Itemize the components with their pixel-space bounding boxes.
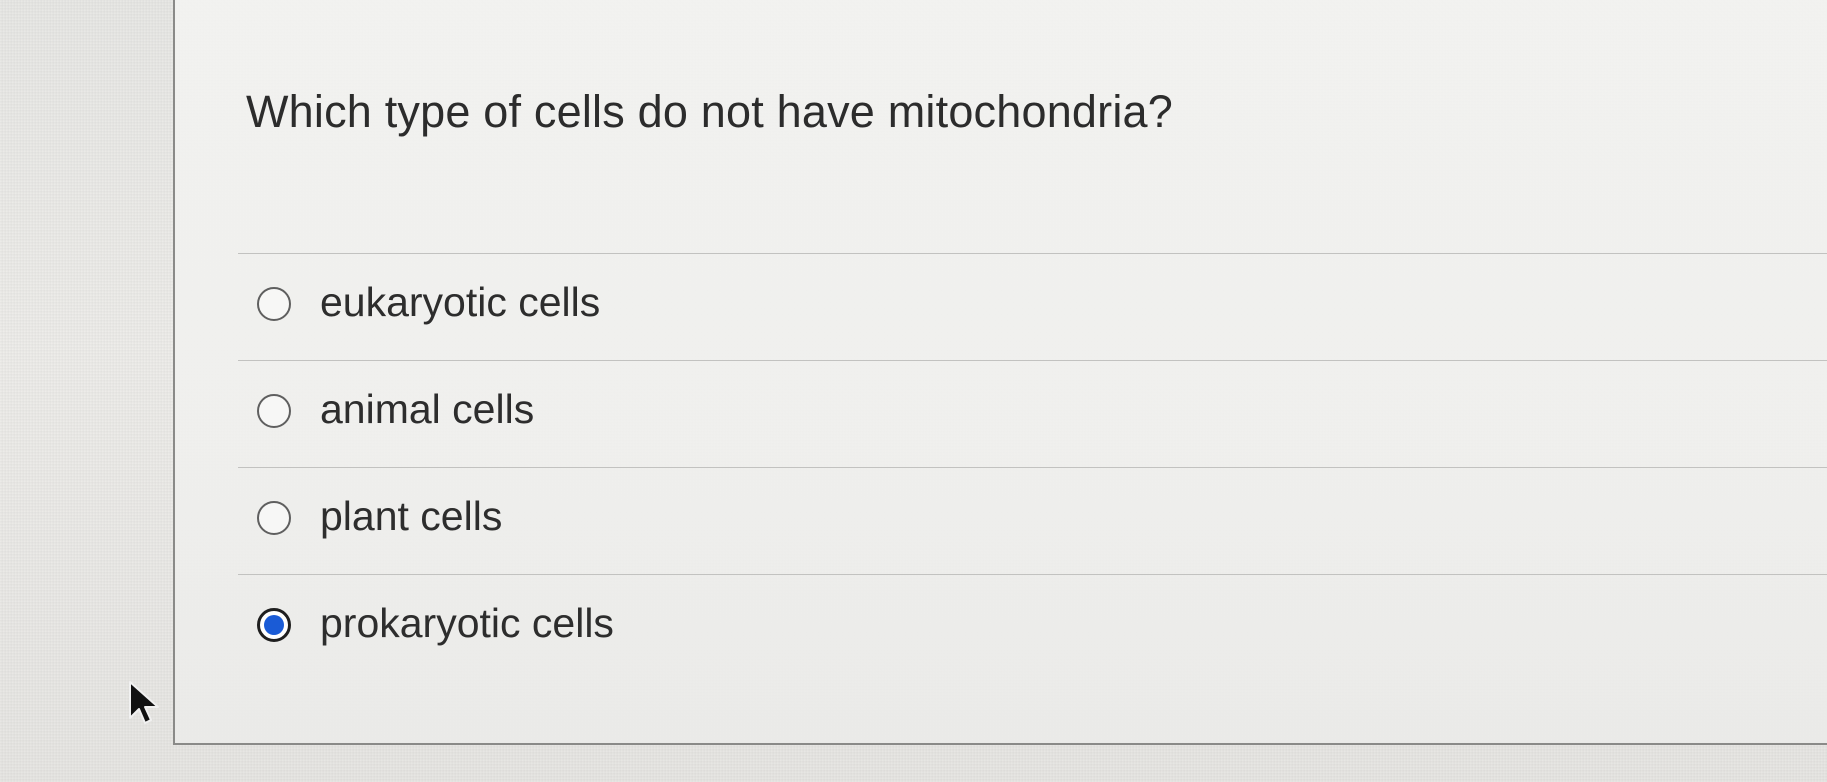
answer-option-plant[interactable]: plant cells <box>238 468 1827 575</box>
answer-option-prokaryotic[interactable]: prokaryotic cells <box>238 575 1827 681</box>
question-title: Which type of cells do not have mitochon… <box>246 86 1173 137</box>
radio-button-icon[interactable] <box>257 287 291 321</box>
answer-label: plant cells <box>320 493 503 539</box>
answer-option-animal[interactable]: animal cells <box>238 361 1827 468</box>
answer-label: eukaryotic cells <box>320 279 601 325</box>
mouse-pointer-icon <box>129 681 159 724</box>
radio-button-selected-icon[interactable] <box>257 608 291 642</box>
radio-button-icon[interactable] <box>257 501 291 535</box>
answer-options-list: eukaryotic cells animal cells plant cell… <box>238 253 1827 681</box>
radio-button-icon[interactable] <box>257 394 291 428</box>
answer-label: animal cells <box>320 386 535 432</box>
answer-label: prokaryotic cells <box>320 600 614 646</box>
answer-option-eukaryotic[interactable]: eukaryotic cells <box>238 254 1827 361</box>
